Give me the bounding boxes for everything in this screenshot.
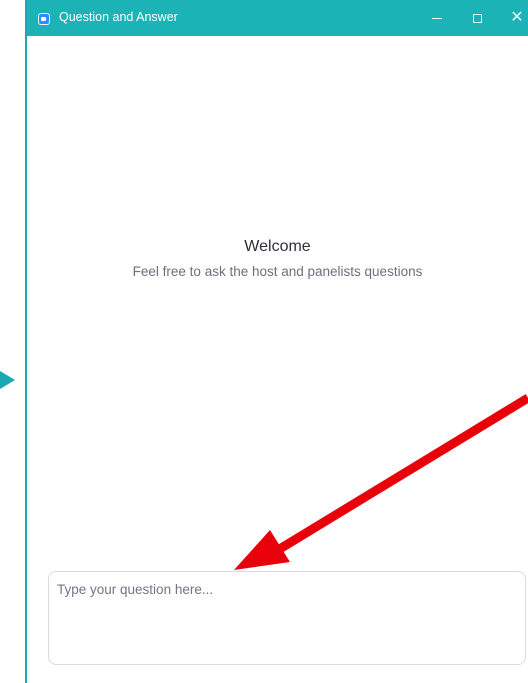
minimize-icon [432,17,442,19]
close-icon: ✕ [510,9,524,26]
qa-window: Question and Answer ✕ Welcome Feel free … [25,0,528,683]
minimize-button[interactable] [419,0,455,36]
question-input[interactable] [48,571,526,665]
maximize-button[interactable] [459,0,495,36]
title-bar[interactable]: Question and Answer ✕ [27,0,528,36]
side-marker-arrow-icon [0,371,15,389]
close-button[interactable]: ✕ [499,0,528,36]
welcome-heading: Welcome [244,238,311,255]
maximize-icon [472,13,482,23]
welcome-subtitle: Feel free to ask the host and panelists … [132,264,423,279]
zoom-app-icon [38,13,50,25]
page: Question and Answer ✕ Welcome Feel free … [0,0,528,683]
window-title: Question and Answer [59,10,178,24]
